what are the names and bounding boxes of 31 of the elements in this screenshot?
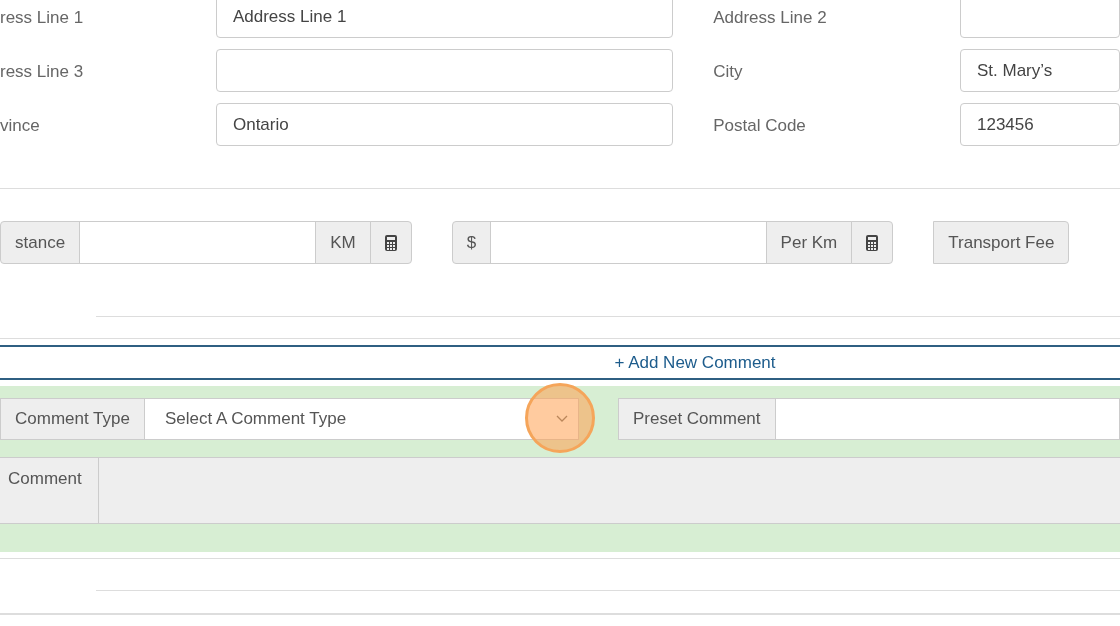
calculator-icon <box>384 234 397 251</box>
distance-field[interactable] <box>79 221 317 264</box>
field-label: stance <box>0 221 81 264</box>
field-label: Comment <box>0 457 99 524</box>
preset-comment-field[interactable] <box>774 398 1120 440</box>
input-field[interactable]: Address Line 1 <box>215 0 674 38</box>
input-field[interactable]: St. Mary’s <box>960 49 1120 92</box>
field-label: Postal Code <box>713 115 807 137</box>
field-label: City <box>713 61 744 83</box>
input-field[interactable] <box>215 49 674 92</box>
comment-type-select[interactable]: Select A Comment Type <box>143 398 579 440</box>
comment-field[interactable] <box>98 457 1120 524</box>
field-label: vince <box>0 115 41 137</box>
chevron-down-icon <box>555 415 568 423</box>
field-label: ress Line 1 <box>0 7 85 29</box>
field-label: Address Line 2 <box>713 7 828 29</box>
input-field[interactable]: 123456 <box>960 103 1120 146</box>
input-field[interactable]: Ontario <box>215 103 674 146</box>
add-comment-button[interactable]: + Add New Comment <box>344 347 776 378</box>
calculator-button[interactable] <box>369 221 412 264</box>
rate-field[interactable] <box>490 221 767 264</box>
currency-label: $ <box>451 221 492 264</box>
field-label: ress Line 3 <box>0 61 85 83</box>
unit-label: Per Km <box>765 221 853 264</box>
input-field[interactable] <box>960 0 1120 38</box>
calculator-icon <box>866 234 879 251</box>
field-label: Transport Fee <box>933 221 1070 264</box>
field-label: Preset Comment <box>617 398 776 440</box>
field-label: Comment Type <box>0 398 145 440</box>
unit-label: KM <box>315 221 371 264</box>
calculator-button[interactable] <box>851 221 894 264</box>
